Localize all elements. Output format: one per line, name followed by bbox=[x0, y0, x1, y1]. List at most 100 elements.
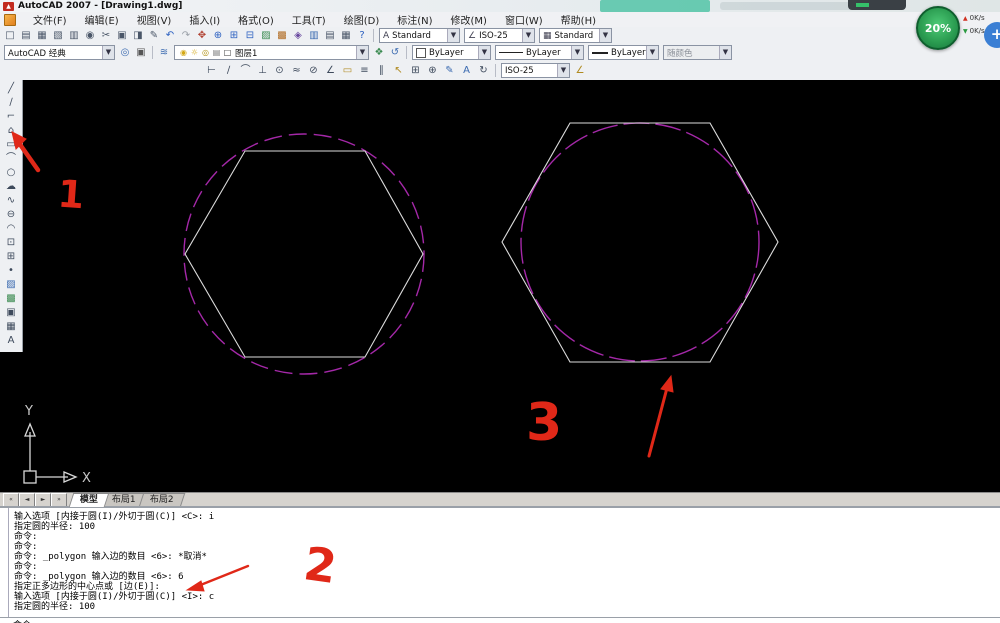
menu-file[interactable]: 文件(F) bbox=[24, 12, 76, 27]
command-prompt[interactable]: 命令: bbox=[0, 617, 1000, 623]
dim-ordinate-icon[interactable]: ⊥ bbox=[254, 64, 271, 78]
ellipse-arc-icon[interactable]: ◠ bbox=[1, 222, 22, 236]
rectangle-icon[interactable]: ▭ bbox=[1, 138, 22, 152]
chevron-down-icon[interactable]: ▼ bbox=[356, 46, 368, 59]
menu-view[interactable]: 视图(V) bbox=[128, 12, 181, 27]
dim-linear-icon[interactable]: ⊢ bbox=[203, 64, 220, 78]
markup-set-manager-icon[interactable]: ▩ bbox=[274, 29, 290, 43]
copy-icon[interactable]: ▣ bbox=[114, 29, 130, 43]
dim-diameter-icon[interactable]: ⊘ bbox=[305, 64, 322, 78]
polyline-icon[interactable]: ⌐ bbox=[1, 110, 22, 124]
make-block-icon[interactable]: ⊞ bbox=[1, 250, 22, 264]
sheet-set-manager-icon[interactable]: ▨ bbox=[258, 29, 274, 43]
quick-leader-icon[interactable]: ↖ bbox=[390, 64, 407, 78]
circle-icon[interactable]: ○ bbox=[1, 166, 22, 180]
ellipse-icon[interactable]: ⊖ bbox=[1, 208, 22, 222]
dim-update-icon[interactable]: ↻ bbox=[475, 64, 492, 78]
linetype-dropdown[interactable]: ByLayer ▼ bbox=[495, 45, 584, 60]
gradient-icon[interactable]: ▩ bbox=[1, 292, 22, 306]
layer-dropdown[interactable]: ◉☼◎▤□ 图层1 ▼ bbox=[174, 45, 369, 60]
zoom-realtime-icon[interactable]: ⊕ bbox=[210, 29, 226, 43]
quick-dim-icon[interactable]: ▭ bbox=[339, 64, 356, 78]
tab-nav-next-button[interactable]: ► bbox=[35, 493, 51, 507]
open-icon[interactable]: ▤ bbox=[18, 29, 34, 43]
chevron-down-icon[interactable]: ▼ bbox=[599, 29, 611, 42]
dim-jogged-icon[interactable]: ≈ bbox=[288, 64, 305, 78]
lineweight-dropdown[interactable]: ByLayer ▼ bbox=[588, 45, 659, 60]
chevron-down-icon[interactable]: ▼ bbox=[478, 46, 490, 59]
menu-help[interactable]: 帮助(H) bbox=[552, 12, 605, 27]
insert-block-icon[interactable]: ⊡ bbox=[1, 236, 22, 250]
chevron-down-icon[interactable]: ▼ bbox=[102, 46, 114, 59]
match-properties-icon[interactable]: ✎ bbox=[146, 29, 162, 43]
dim-continue-icon[interactable]: ∥ bbox=[373, 64, 390, 78]
menu-window[interactable]: 窗口(W) bbox=[496, 12, 552, 27]
pan-icon[interactable]: ✥ bbox=[194, 29, 210, 43]
save-icon[interactable]: ▦ bbox=[34, 29, 50, 43]
plot-icon[interactable]: ▧ bbox=[50, 29, 66, 43]
menu-format[interactable]: 格式(O) bbox=[229, 12, 283, 27]
layer-bulb-icon[interactable]: ◉ bbox=[178, 48, 189, 57]
chevron-down-icon[interactable]: ▼ bbox=[522, 29, 534, 42]
menu-draw[interactable]: 绘图(D) bbox=[335, 12, 389, 27]
menu-dimension[interactable]: 标注(N) bbox=[388, 12, 441, 27]
revcloud-icon[interactable]: ☁ bbox=[1, 180, 22, 194]
workspace-save-icon[interactable]: ▣ bbox=[133, 46, 149, 60]
workspace-dropdown[interactable]: AutoCAD 经典 ▼ bbox=[4, 45, 115, 60]
help-icon[interactable]: ? bbox=[354, 29, 370, 43]
polygon-icon[interactable]: ⌂ bbox=[1, 124, 22, 138]
layer-plot-icon[interactable]: ▤ bbox=[211, 48, 222, 57]
dim-text-edit-icon[interactable]: A bbox=[458, 64, 475, 78]
redo-icon[interactable]: ↷ bbox=[178, 29, 194, 43]
layer-freeze-icon[interactable]: ☼ bbox=[189, 48, 200, 57]
drawing-canvas[interactable] bbox=[0, 80, 1000, 492]
make-object-layer-current-icon[interactable]: ❖ bbox=[371, 46, 387, 60]
plot-preview-icon[interactable]: ▥ bbox=[66, 29, 82, 43]
layer-previous-icon[interactable]: ↺ bbox=[387, 46, 403, 60]
tab-layout2[interactable]: 布局2 bbox=[138, 493, 184, 507]
speed-widget-badge[interactable]: 20% bbox=[916, 6, 960, 50]
paste-icon[interactable]: ◨ bbox=[130, 29, 146, 43]
region-icon[interactable]: ▣ bbox=[1, 306, 22, 320]
menu-insert[interactable]: 插入(I) bbox=[180, 12, 229, 27]
chevron-down-icon[interactable]: ▼ bbox=[646, 46, 658, 59]
center-mark-icon[interactable]: ⊕ bbox=[424, 64, 441, 78]
tab-nav-last-button[interactable]: » bbox=[51, 493, 67, 507]
publish-icon[interactable]: ◉ bbox=[82, 29, 98, 43]
dim-style-icon[interactable]: ∠ bbox=[572, 64, 588, 78]
construction-line-icon[interactable]: ∕ bbox=[1, 96, 22, 110]
chevron-down-icon[interactable]: ▼ bbox=[571, 46, 583, 59]
tab-nav-prev-button[interactable]: ◄ bbox=[19, 493, 35, 507]
dim-baseline-icon[interactable]: ≡ bbox=[356, 64, 373, 78]
tab-nav-first-button[interactable]: « bbox=[3, 493, 19, 507]
designcenter-icon[interactable]: ◈ bbox=[290, 29, 306, 43]
dim-style-toolbar-dropdown[interactable]: ISO-25 ▼ bbox=[501, 63, 570, 78]
dim-radius-icon[interactable]: ⊙ bbox=[271, 64, 288, 78]
dim-edit-icon[interactable]: ✎ bbox=[441, 64, 458, 78]
layer-color-icon[interactable]: □ bbox=[222, 48, 233, 57]
dim-angular-icon[interactable]: ∠ bbox=[322, 64, 339, 78]
dim-style-dropdown[interactable]: ∠ ISO-25 ▼ bbox=[464, 28, 535, 43]
workspace-settings-icon[interactable]: ◎ bbox=[117, 46, 133, 60]
table-icon[interactable]: ▦ bbox=[1, 320, 22, 334]
table-style-dropdown[interactable]: ▦ Standard ▼ bbox=[539, 28, 612, 43]
layer-lock-icon[interactable]: ◎ bbox=[200, 48, 211, 57]
spline-icon[interactable]: ∿ bbox=[1, 194, 22, 208]
calculator-icon[interactable]: ▦ bbox=[338, 29, 354, 43]
text-style-dropdown[interactable]: A Standard ▼ bbox=[379, 28, 460, 43]
zoom-previous-icon[interactable]: ⊟ bbox=[242, 29, 258, 43]
zoom-window-icon[interactable]: ⊞ bbox=[226, 29, 242, 43]
hatch-icon[interactable]: ▨ bbox=[1, 278, 22, 292]
layer-properties-icon[interactable]: ≋ bbox=[156, 46, 172, 60]
menu-modify[interactable]: 修改(M) bbox=[442, 12, 496, 27]
dim-aligned-icon[interactable]: ∕ bbox=[220, 64, 237, 78]
point-icon[interactable]: • bbox=[1, 264, 22, 278]
properties-icon[interactable]: ▤ bbox=[322, 29, 338, 43]
arc-icon[interactable]: ⌒ bbox=[1, 152, 22, 166]
tool-palettes-icon[interactable]: ▥ bbox=[306, 29, 322, 43]
tab-model[interactable]: 模型 bbox=[69, 493, 110, 507]
menu-tools[interactable]: 工具(T) bbox=[283, 12, 335, 27]
menu-edit[interactable]: 编辑(E) bbox=[76, 12, 128, 27]
dim-arc-length-icon[interactable]: ⌒ bbox=[237, 64, 254, 78]
undo-icon[interactable]: ↶ bbox=[162, 29, 178, 43]
